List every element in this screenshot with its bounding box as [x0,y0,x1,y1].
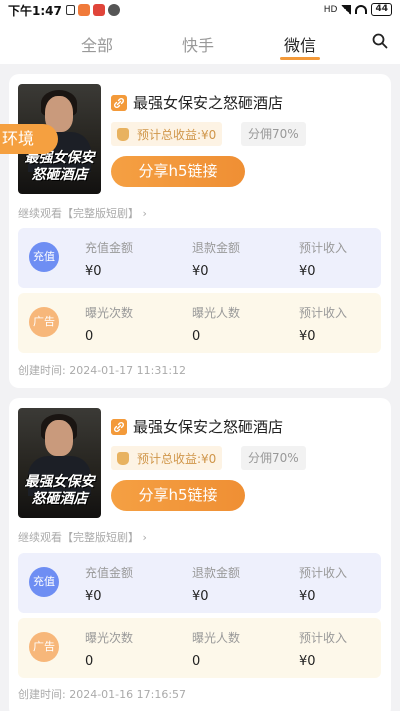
stat-impressions: 曝光次数 0 [85,629,133,669]
wifi-icon [355,5,368,14]
stat-reach: 曝光人数 0 [192,629,240,669]
money-bag-icon [117,127,129,141]
chevron-right-icon: › [142,207,147,220]
stat-label: 预计收入 [299,631,348,645]
share-h5-link-button[interactable]: 分享h5链接 [111,156,245,187]
mute-icon [65,5,75,15]
stat-label: 预计收入 [299,306,348,320]
stat-reach: 曝光人数 0 [192,304,240,344]
ad-stats: 广告 曝光次数 0 曝光人数 0 预计收入 ¥0 [18,293,381,353]
tab-wechat[interactable]: 微信 [284,32,316,56]
status-bar: 下午1:47 HD 44 [0,0,400,20]
drama-card: 最强女保安怒砸酒店 最强女保安之怒砸酒店 预计总收益:¥0 分佣70% 分享h5… [9,398,391,711]
stat-label: 充值金额 [85,566,134,580]
stat-refund-amount: 退款金额 ¥0 [192,239,240,279]
active-tab-indicator [280,57,320,60]
stat-label: 预计收入 [299,241,348,255]
ad-badge: 广告 [29,632,59,662]
ad-badge: 广告 [29,307,59,337]
message-icon [107,4,120,16]
estimated-income-badge: 预计总收益:¥0 [111,446,223,470]
stat-value: ¥0 [299,589,316,604]
estimated-income-text: 预计总收益:¥0 [137,127,217,142]
signal-icon [341,4,352,15]
continue-watching-link[interactable]: 继续观看【完整版短剧】 › [18,529,147,545]
cover-title-text: 最强女保安怒砸酒店 [24,150,95,183]
environment-tag: 环境 [0,124,58,154]
network-label: HD [323,4,338,15]
status-time: 下午1:47 [8,3,62,18]
recharge-badge: 充值 [29,567,59,597]
tab-bar: 全部 快手 微信 [0,20,400,64]
stat-ad-income: 预计收入 ¥0 [299,629,347,669]
stat-impressions: 曝光次数 0 [85,304,133,344]
stat-ad-income: 预计收入 ¥0 [299,304,347,344]
app-notification-icon [77,4,90,16]
cover-figure-face [45,420,73,456]
drama-title: 最强女保安之怒砸酒店 [133,418,284,436]
stat-label: 退款金额 [192,566,241,580]
tab-all[interactable]: 全部 [81,32,113,56]
stat-recharge-amount: 充值金额 ¥0 [85,564,133,604]
stat-value: ¥0 [85,589,102,604]
link-icon [111,418,127,435]
drama-card: 最强女保安怒砸酒店 最强女保安之怒砸酒店 预计总收益:¥0 分佣70% 分享h5… [9,74,391,388]
stat-label: 曝光人数 [192,306,241,320]
stat-label: 曝光人数 [192,631,241,645]
stat-label: 曝光次数 [85,306,134,320]
tab-kuaishou[interactable]: 快手 [182,32,214,56]
commission-badge: 分佣70% [241,122,306,146]
recharge-stats: 充值 充值金额 ¥0 退款金额 ¥0 预计收入 ¥0 [18,553,381,613]
money-bag-icon [117,451,129,465]
estimated-income-text: 预计总收益:¥0 [137,451,217,466]
stat-value: ¥0 [299,264,316,279]
stat-value: 0 [85,654,94,669]
stat-recharge-income: 预计收入 ¥0 [299,564,347,604]
stat-value: 0 [192,654,201,669]
continue-watching-label: 继续观看【完整版短剧】 [18,531,139,544]
battery-icon: 44 [371,3,392,16]
stat-refund-amount: 退款金额 ¥0 [192,564,240,604]
ad-stats: 广告 曝光次数 0 曝光人数 0 预计收入 ¥0 [18,618,381,678]
estimated-income-badge: 预计总收益:¥0 [111,122,223,146]
drama-cover-image[interactable]: 最强女保安怒砸酒店 [18,408,101,518]
status-right: HD 44 [324,3,392,16]
stat-value: ¥0 [192,589,209,604]
stat-value: ¥0 [85,264,102,279]
drama-title-row[interactable]: 最强女保安之怒砸酒店 [111,416,283,437]
created-time: 创建时间: 2024-01-17 11:31:12 [18,364,187,377]
stat-recharge-amount: 充值金额 ¥0 [85,239,133,279]
app-notification-icon-2 [92,4,105,16]
stat-value: ¥0 [299,329,316,344]
created-time: 创建时间: 2024-01-16 17:16:57 [18,688,187,701]
chevron-right-icon: › [142,531,147,544]
stat-label: 曝光次数 [85,631,134,645]
stat-label: 退款金额 [192,241,241,255]
drama-title-row[interactable]: 最强女保安之怒砸酒店 [111,92,283,113]
drama-title: 最强女保安之怒砸酒店 [133,94,284,112]
stat-label: 充值金额 [85,241,134,255]
continue-watching-link[interactable]: 继续观看【完整版短剧】 › [18,205,147,221]
stat-value: ¥0 [299,654,316,669]
recharge-badge: 充值 [29,242,59,272]
cover-title-text: 最强女保安怒砸酒店 [24,474,95,507]
stat-label: 预计收入 [299,566,348,580]
stat-value: 0 [192,329,201,344]
commission-badge: 分佣70% [241,446,306,470]
recharge-stats: 充值 充值金额 ¥0 退款金额 ¥0 预计收入 ¥0 [18,228,381,288]
link-icon [111,94,127,111]
stat-value: 0 [85,329,94,344]
stat-value: ¥0 [192,264,209,279]
share-h5-link-button[interactable]: 分享h5链接 [111,480,245,511]
continue-watching-label: 继续观看【完整版短剧】 [18,207,139,220]
stat-recharge-income: 预计收入 ¥0 [299,239,347,279]
search-icon[interactable] [372,33,388,49]
